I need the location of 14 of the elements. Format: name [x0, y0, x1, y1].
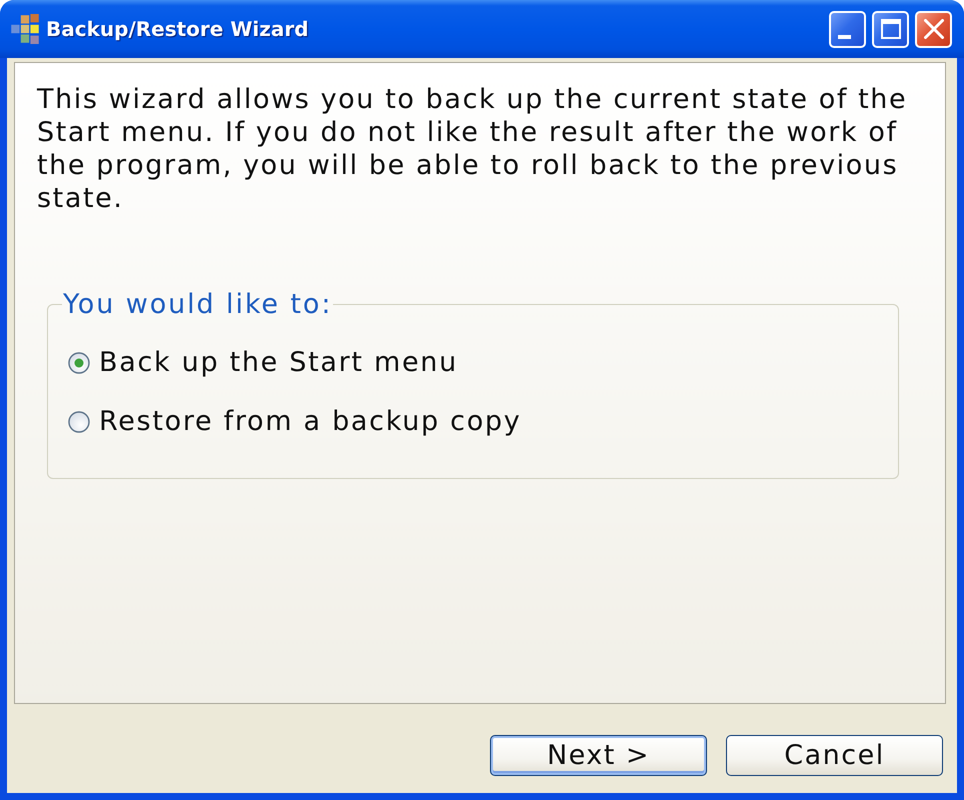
group-legend: You would like to: [62, 289, 334, 320]
maximize-button[interactable] [872, 10, 909, 48]
radio-option[interactable]: Back up the Start menu [68, 333, 458, 392]
dialog-button[interactable]: Next > [490, 735, 707, 776]
dialog-button[interactable]: Cancel [726, 735, 943, 776]
window-title: Backup/Restore Wizard [46, 17, 309, 41]
close-button[interactable] [915, 10, 952, 48]
maximize-icon [880, 19, 900, 39]
radio-option[interactable]: Restore from a backup copy [68, 392, 522, 451]
intro-text: This wizard allows you to back up the current state of the Start menu. If you do not like the result after the work of the program, you will be able to roll back to the previous state. [37, 83, 908, 215]
close-icon [924, 19, 944, 39]
app-icon [11, 14, 39, 44]
minimize-button[interactable] [829, 10, 866, 48]
minimize-icon [838, 34, 851, 38]
